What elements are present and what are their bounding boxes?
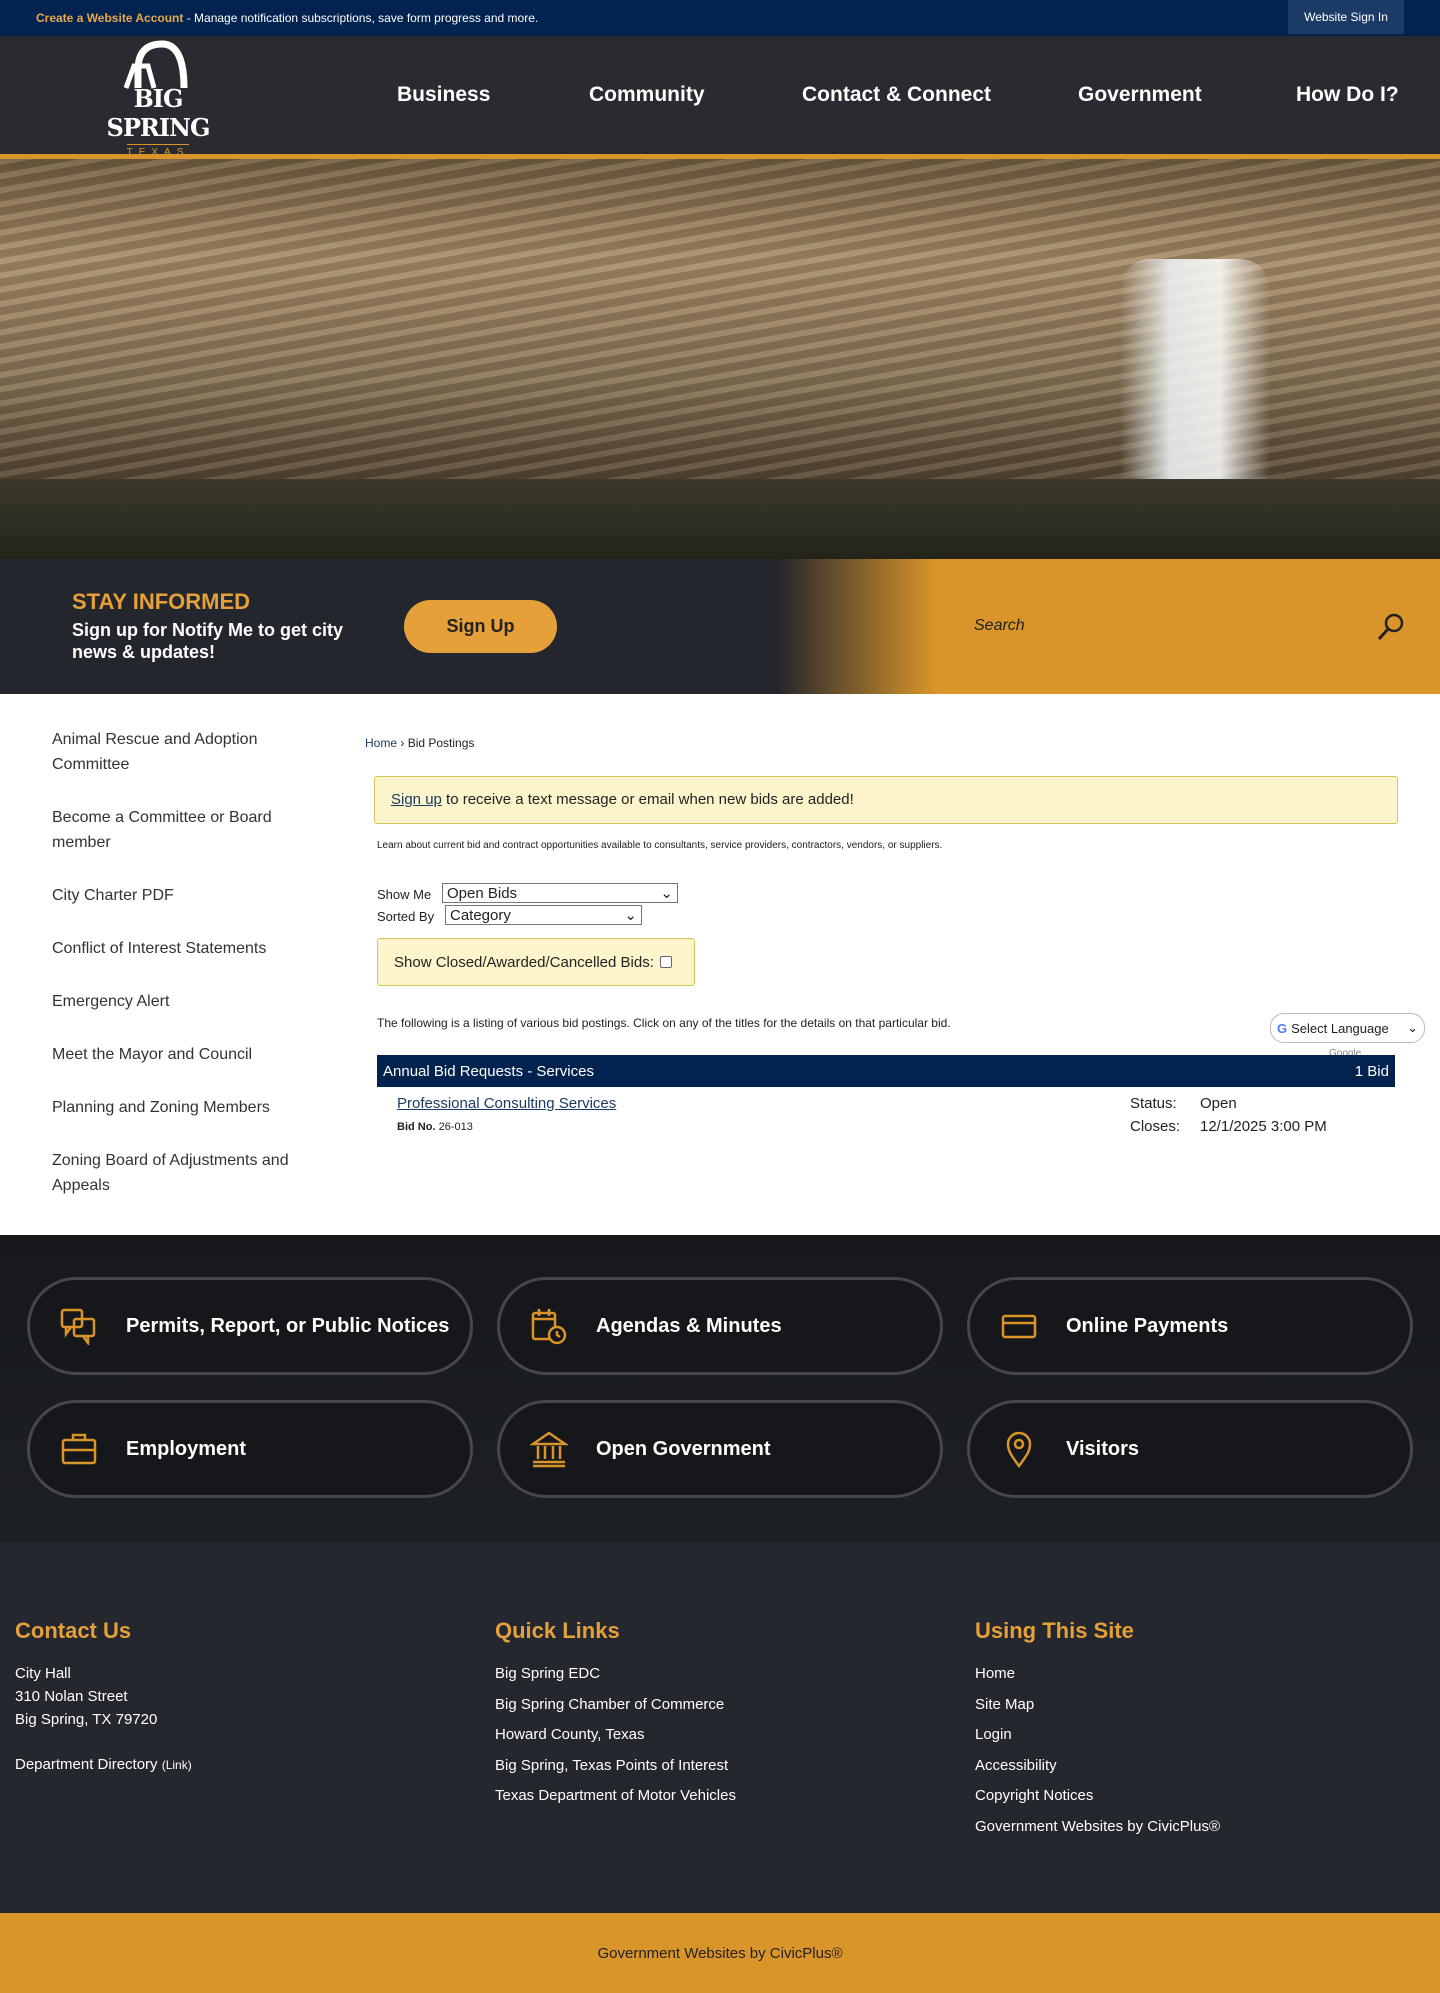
breadcrumb-separator: › [397, 736, 408, 750]
footer-link[interactable]: Big Spring EDC [495, 1662, 736, 1685]
sidebar-item[interactable]: Meet the Mayor and Council [52, 1042, 292, 1067]
contact-line: Big Spring, TX 79720 [15, 1711, 158, 1728]
quick-links-section: Permits, Report, or Public Notices Agend… [0, 1235, 1440, 1542]
website-sign-in-button[interactable]: Website Sign In [1288, 0, 1404, 34]
sidebar-item[interactable]: City Charter PDF [52, 883, 292, 908]
sidebar-item[interactable]: Conflict of Interest Statements [52, 936, 292, 961]
speech-bubbles-icon [58, 1305, 100, 1347]
sidebar-item[interactable]: Emergency Alert [52, 989, 292, 1014]
category-count: 1 Bid [1354, 1062, 1389, 1080]
account-message-text: - Manage notification subscriptions, sav… [183, 11, 539, 25]
breadcrumb-current: Bid Postings [407, 736, 475, 750]
sidebar-item[interactable]: Animal Rescue and Adoption Committee [52, 727, 292, 777]
logo-name: BIG SPRING [106, 84, 211, 142]
show-me-label: Show Me [377, 887, 432, 902]
sign-up-button[interactable]: Sign Up [404, 600, 557, 653]
quick-link-employment[interactable]: Employment [27, 1400, 473, 1498]
bid-status: Open [1200, 1095, 1237, 1112]
credit-card-icon [998, 1305, 1040, 1347]
search-icon[interactable] [1376, 612, 1406, 647]
footer-link[interactable]: Howard County, Texas [495, 1723, 736, 1746]
bottom-bar: Government Websites by CivicPlus® [0, 1913, 1440, 1993]
footer: Contact Us City Hall 310 Nolan Street Bi… [0, 1542, 1440, 1913]
show-closed-checkbox[interactable] [659, 956, 672, 968]
briefcase-icon [58, 1428, 100, 1470]
show-me-select[interactable]: Open Bids ⌄ [442, 883, 678, 903]
category-name: Annual Bid Requests - Services [383, 1062, 594, 1080]
nav-how-do-i[interactable]: How Do I? [1296, 36, 1399, 154]
bid-number: Bid No. 26-013 [397, 1121, 473, 1133]
breadcrumb: Home › Bid Postings [365, 736, 474, 750]
top-bar: Create a Website Account - Manage notifi… [0, 0, 1440, 36]
sidebar-item[interactable]: Planning and Zoning Members [52, 1095, 292, 1120]
stay-informed-text: Sign up for Notify Me to get city news &… [72, 620, 343, 662]
contact-line: City Hall [15, 1665, 71, 1682]
footer-link[interactable]: Copyright Notices [975, 1784, 1220, 1807]
breadcrumb-home[interactable]: Home [365, 736, 397, 750]
footer-link[interactable]: Big Spring, Texas Points of Interest [495, 1754, 736, 1777]
intro-text: Learn about current bid and contract opp… [377, 840, 943, 851]
map-pin-icon [998, 1428, 1040, 1470]
calendar-clock-icon [528, 1305, 570, 1347]
logo-arch-icon [123, 40, 188, 89]
contact-line: 310 Nolan Street [15, 1688, 128, 1705]
sidebar-item[interactable]: Zoning Board of Adjustments and Appeals [52, 1148, 292, 1198]
chevron-down-icon: ⌄ [660, 885, 673, 902]
bid-closes: 12/1/2025 3:00 PM [1200, 1118, 1327, 1135]
search-input[interactable]: Search [974, 617, 1025, 635]
account-message: Create a Website Account - Manage notifi… [36, 11, 538, 25]
nav-business[interactable]: Business [397, 36, 490, 154]
quick-link-agendas[interactable]: Agendas & Minutes [497, 1277, 943, 1375]
logo[interactable]: BIG SPRING TEXAS [86, 40, 230, 158]
footer-link[interactable]: Site Map [975, 1693, 1220, 1716]
footer-link[interactable]: Big Spring Chamber of Commerce [495, 1693, 736, 1716]
listing-text: The following is a listing of various bi… [377, 1016, 951, 1030]
show-closed-box: Show Closed/Awarded/Cancelled Bids: [377, 938, 695, 986]
signup-alert: Sign up to receive a text message or ema… [374, 776, 1398, 824]
stay-informed-band: STAY INFORMED Sign up for Notify Me to g… [0, 559, 1440, 694]
bid-status-label: Status: [1130, 1095, 1177, 1112]
footer-quick-links: Quick Links Big Spring EDC Big Spring Ch… [495, 1618, 736, 1815]
sidebar-item[interactable]: Become a Committee or Board member [52, 805, 292, 855]
footer-contact-title: Contact Us [15, 1618, 132, 1643]
create-account-link[interactable]: Create a Website Account [36, 11, 183, 25]
chevron-down-icon: ⌄ [1407, 1020, 1418, 1035]
select-language-dropdown[interactable]: G Select Language ⌄ [1270, 1013, 1425, 1043]
department-directory-link[interactable]: Department Directory (Link) [15, 1753, 192, 1777]
footer-using-site: Using This Site Home Site Map Login Acce… [975, 1618, 1220, 1846]
alert-sign-up-link[interactable]: Sign up [391, 791, 442, 808]
civicplus-link[interactable]: Government Websites by CivicPlus® [597, 1945, 842, 1962]
bid-closes-label: Closes: [1130, 1118, 1181, 1135]
quick-link-visitors[interactable]: Visitors [967, 1400, 1413, 1498]
footer-quick-title: Quick Links [495, 1618, 620, 1643]
footer-link[interactable]: Home [975, 1662, 1220, 1685]
chevron-down-icon: ⌄ [624, 907, 637, 924]
nav-contact-connect[interactable]: Contact & Connect [802, 36, 991, 154]
quick-link-payments[interactable]: Online Payments [967, 1277, 1413, 1375]
category-header[interactable]: Annual Bid Requests - Services 1 Bid [377, 1055, 1395, 1087]
sidebar-nav: Animal Rescue and Adoption Committee Bec… [52, 727, 292, 1226]
nav-government[interactable]: Government [1078, 36, 1202, 154]
footer-link[interactable]: Texas Department of Motor Vehicles [495, 1784, 736, 1807]
quick-link-open-government[interactable]: Open Government [497, 1400, 943, 1498]
bid-title-link[interactable]: Professional Consulting Services [397, 1095, 616, 1112]
nav-community[interactable]: Community [589, 36, 705, 154]
footer-link[interactable]: Login [975, 1723, 1220, 1746]
alert-text: to receive a text message or email when … [441, 791, 854, 808]
sorted-by-label: Sorted By [377, 909, 435, 924]
show-closed-label: Show Closed/Awarded/Cancelled Bids: [394, 954, 654, 971]
footer-using-title: Using This Site [975, 1618, 1134, 1643]
government-building-icon [528, 1428, 570, 1470]
hero-image-waterfall [0, 159, 1440, 559]
footer-link[interactable]: Government Websites by CivicPlus® [975, 1815, 1220, 1838]
quick-link-permits[interactable]: Permits, Report, or Public Notices [27, 1277, 473, 1375]
footer-link[interactable]: Accessibility [975, 1754, 1220, 1777]
google-translate-icon: G [1277, 1020, 1288, 1036]
stay-informed-title: STAY INFORMED [72, 589, 251, 614]
footer-contact: Contact Us City Hall 310 Nolan Street Bi… [15, 1618, 192, 1777]
sorted-by-select[interactable]: Category ⌄ [445, 905, 642, 925]
